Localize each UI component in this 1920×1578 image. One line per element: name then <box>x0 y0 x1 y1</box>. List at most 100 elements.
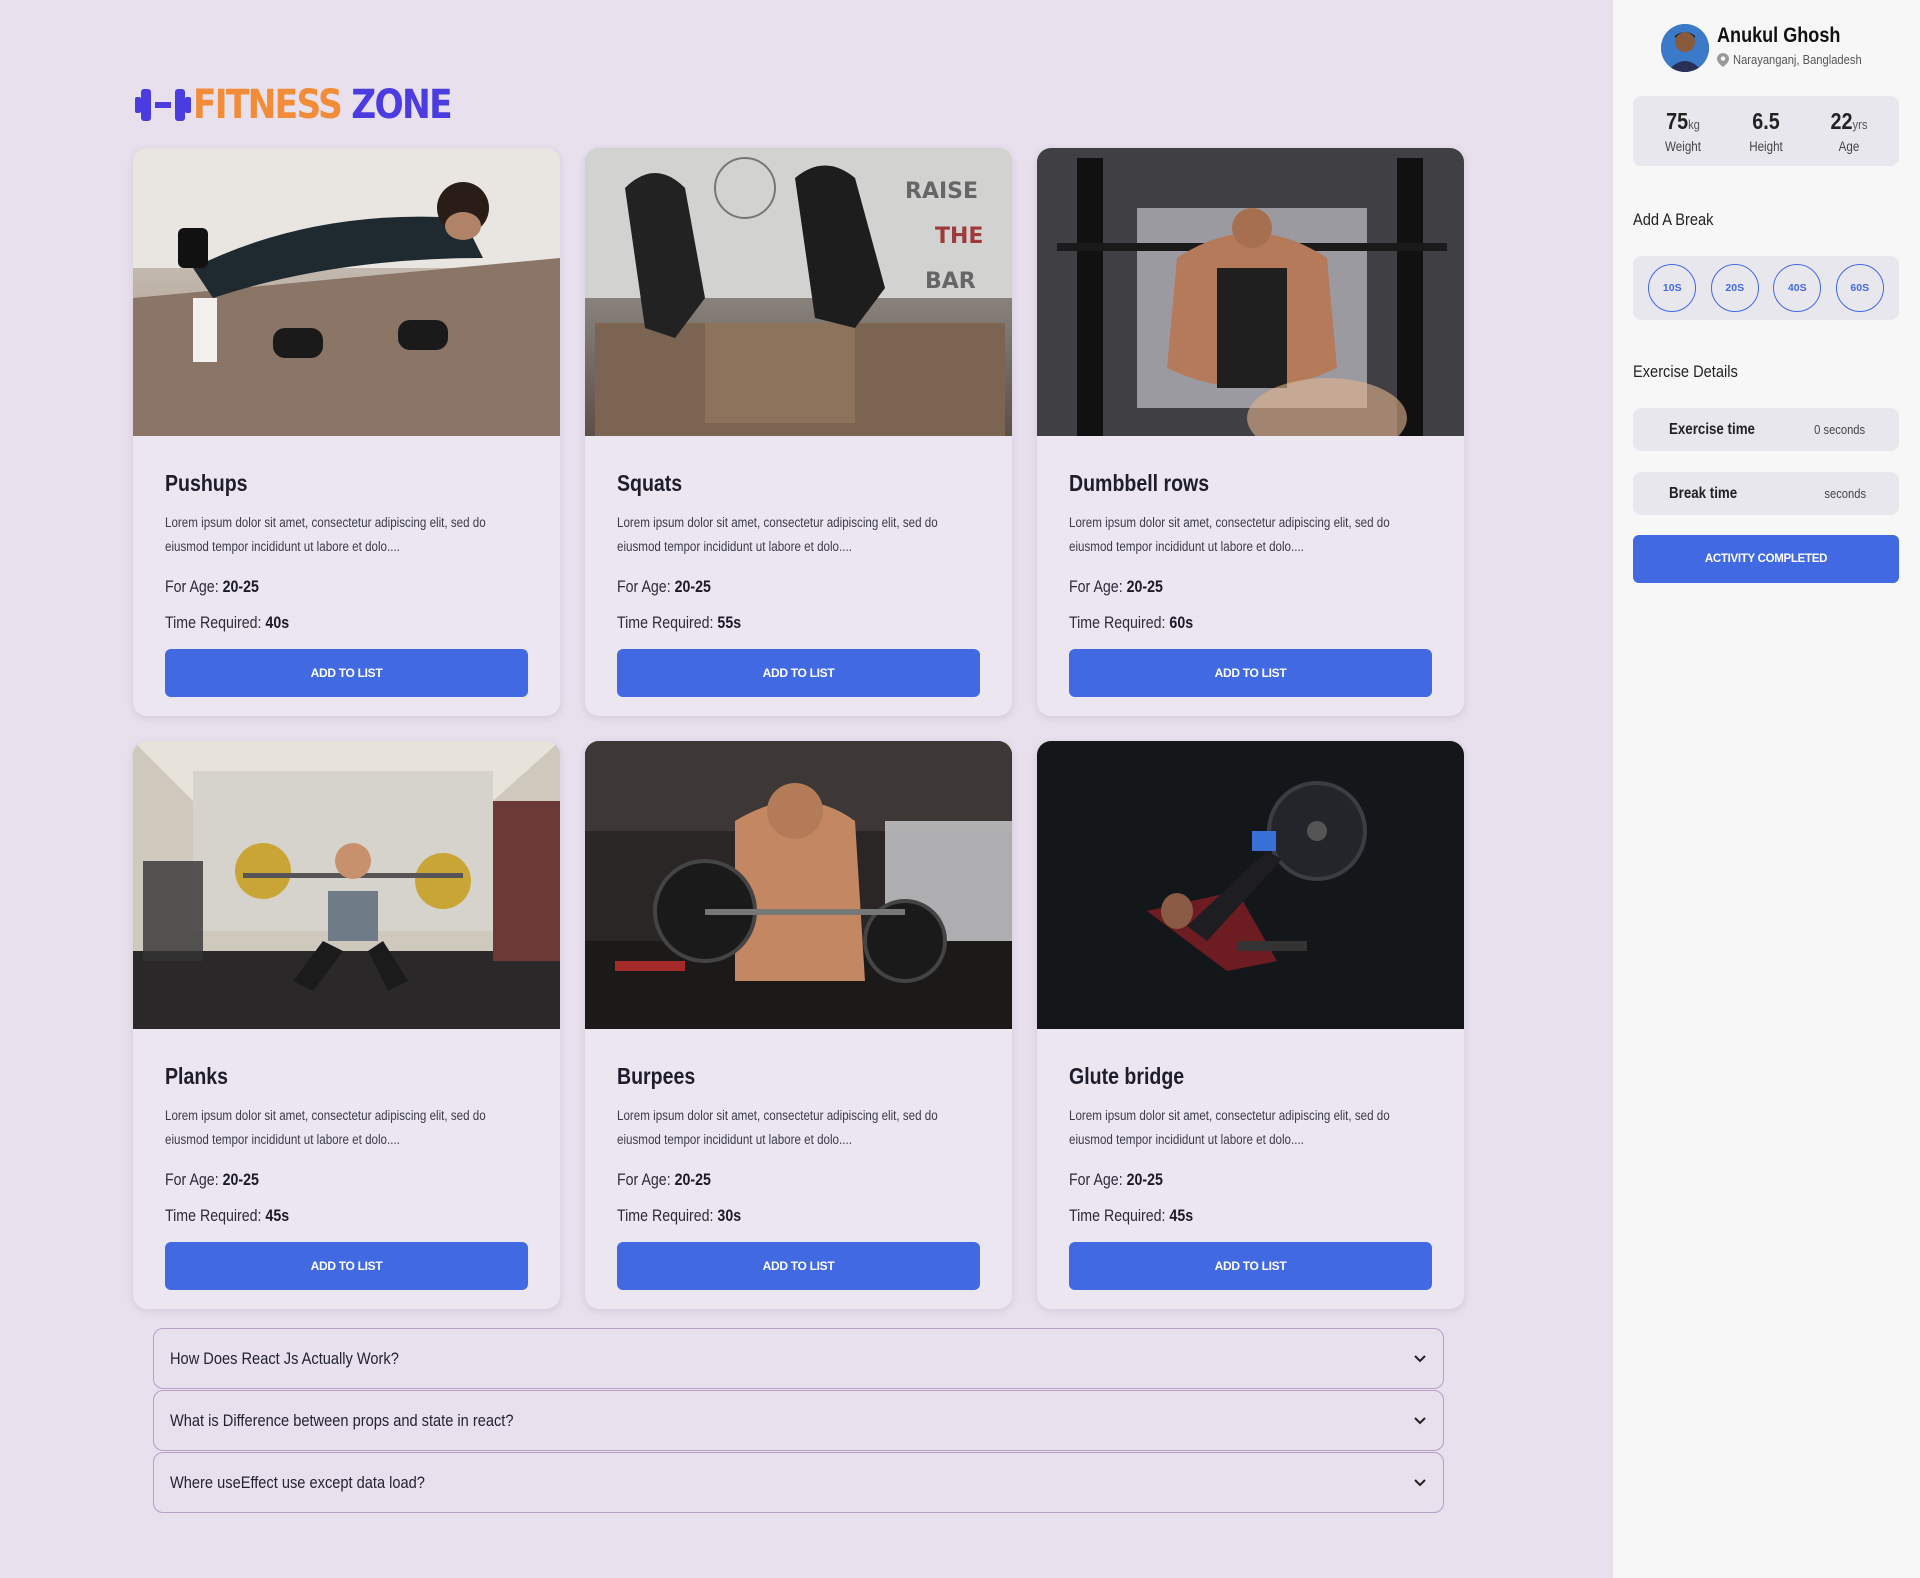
avatar <box>1661 24 1709 72</box>
stat-value: 75kg <box>1652 108 1714 135</box>
card-age: For Age: 20-25 <box>1069 569 1381 605</box>
time-label: Time Required: <box>1069 614 1166 632</box>
exercise-grid: Pushups Lorem ipsum dolor sit amet, cons… <box>133 148 1464 1309</box>
stat-age: 22yrs Age <box>1813 108 1885 154</box>
time-label: Time Required: <box>165 1207 262 1225</box>
svg-text:BAR: BAR <box>925 269 976 294</box>
add-to-list-button[interactable]: ADD TO LIST <box>617 1242 980 1290</box>
faq-question: What is Difference between props and sta… <box>170 1410 514 1430</box>
time-value: 45s <box>265 1207 290 1225</box>
time-value: 55s <box>717 614 742 632</box>
card-description: Lorem ipsum dolor sit amet, consectetur … <box>617 1108 938 1147</box>
faq-item[interactable]: Where useEffect use except data load? <box>153 1452 1444 1513</box>
card-title: Burpees <box>617 1063 696 1089</box>
break-section-title: Add A Break <box>1633 210 1714 229</box>
age-label: For Age: <box>1069 578 1123 596</box>
add-to-list-button[interactable]: ADD TO LIST <box>617 649 980 697</box>
details-section-title: Exercise Details <box>1633 362 1738 381</box>
card-time: Time Required: 60s <box>1069 605 1381 641</box>
card-description: Lorem ipsum dolor sit amet, consectetur … <box>1069 515 1390 554</box>
card-description: Lorem ipsum dolor sit amet, consectetur … <box>165 1108 486 1147</box>
activity-completed-button[interactable]: ACTIVITY COMPLETED <box>1633 535 1899 583</box>
break-40s-button[interactable]: 40S <box>1773 264 1822 312</box>
stat-height: 6.5 Height <box>1730 108 1802 154</box>
exercise-image-planks <box>133 741 560 1029</box>
profile-name: Anukul Ghosh <box>1717 24 1841 47</box>
faq-accordion: How Does React Js Actually Work? What is… <box>153 1328 1444 1514</box>
card-title: Dumbbell rows <box>1069 470 1210 496</box>
break-time-label: Break time <box>1669 484 1738 502</box>
exercise-card: Glute bridge Lorem ipsum dolor sit amet,… <box>1037 741 1464 1309</box>
time-value: 45s <box>1169 1207 1194 1225</box>
svg-text:THE: THE <box>935 224 983 249</box>
faq-question: Where useEffect use except data load? <box>170 1472 425 1492</box>
time-value: 30s <box>717 1207 742 1225</box>
time-label: Time Required: <box>1069 1207 1166 1225</box>
age-value: 20-25 <box>1126 1171 1163 1189</box>
card-description: Lorem ipsum dolor sit amet, consectetur … <box>1069 1108 1390 1147</box>
add-to-list-button[interactable]: ADD TO LIST <box>165 649 528 697</box>
age-stat-value: 22 <box>1830 108 1853 134</box>
brand-name: FITNESS ZONE <box>193 80 453 130</box>
exercise-card: Pushups Lorem ipsum dolor sit amet, cons… <box>133 148 560 716</box>
brand-zone: ZONE <box>351 82 452 128</box>
age-value: 20-25 <box>222 578 259 596</box>
stat-label: Age <box>1838 139 1860 154</box>
card-title: Squats <box>617 470 683 496</box>
exercise-card: Planks Lorem ipsum dolor sit amet, conse… <box>133 741 560 1309</box>
card-title: Planks <box>165 1063 229 1089</box>
age-label: For Age: <box>165 578 219 596</box>
weight-value: 75 <box>1665 108 1688 134</box>
location-pin-icon <box>1717 52 1729 67</box>
exercise-image-squats: RAISE THE BAR <box>585 148 1012 436</box>
card-age: For Age: 20-25 <box>617 1162 929 1198</box>
time-value: 40s <box>265 614 290 632</box>
age-value: 20-25 <box>222 1171 259 1189</box>
brand-fitness: FITNESS <box>193 82 343 128</box>
exercise-image-glute-bridge <box>1037 741 1464 1029</box>
card-time: Time Required: 45s <box>1069 1198 1381 1234</box>
add-to-list-button[interactable]: ADD TO LIST <box>1069 1242 1432 1290</box>
age-value: 20-25 <box>674 1171 711 1189</box>
dumbbell-icon <box>135 89 191 121</box>
profile-location: Narayanganj, Bangladesh <box>1717 52 1883 67</box>
stat-label: Weight <box>1664 139 1701 154</box>
faq-item[interactable]: What is Difference between props and sta… <box>153 1390 1444 1451</box>
main-content: FITNESS ZONE Pushups Lorem ipsum dolor s… <box>0 0 1613 1578</box>
chevron-down-icon <box>1414 1354 1426 1362</box>
break-options: 10S 20S 40S 60S <box>1633 256 1899 320</box>
card-title: Pushups <box>165 470 248 496</box>
time-label: Time Required: <box>617 614 714 632</box>
profile: Anukul Ghosh Narayanganj, Bangladesh <box>1661 24 1883 72</box>
age-label: For Age: <box>617 1171 671 1189</box>
faq-question: How Does React Js Actually Work? <box>170 1348 399 1368</box>
sidebar: Anukul Ghosh Narayanganj, Bangladesh 75k… <box>1613 0 1920 1578</box>
age-label: For Age: <box>165 1171 219 1189</box>
location-text: Narayanganj, Bangladesh <box>1733 52 1862 67</box>
brand-logo[interactable]: FITNESS ZONE <box>133 80 493 130</box>
break-10s-button[interactable]: 10S <box>1648 264 1697 312</box>
card-age: For Age: 20-25 <box>617 569 929 605</box>
faq-item[interactable]: How Does React Js Actually Work? <box>153 1328 1444 1389</box>
card-time: Time Required: 30s <box>617 1198 929 1234</box>
break-60s-button[interactable]: 60S <box>1835 264 1884 312</box>
profile-info: Anukul Ghosh Narayanganj, Bangladesh <box>1717 24 1883 72</box>
break-20s-button[interactable]: 20S <box>1710 264 1759 312</box>
exercise-image-dumbbell-rows <box>1037 148 1464 436</box>
card-time: Time Required: 45s <box>165 1198 477 1234</box>
stats-panel: 75kg Weight 6.5 Height 22yrs Age <box>1633 96 1899 166</box>
card-description: Lorem ipsum dolor sit amet, consectetur … <box>165 515 486 554</box>
card-time: Time Required: 55s <box>617 605 929 641</box>
age-label: For Age: <box>617 578 671 596</box>
age-value: 20-25 <box>1126 578 1163 596</box>
exercise-card: RAISE THE BAR Squats Lorem ipsum dolor s… <box>585 148 1012 716</box>
age-label: For Age: <box>1069 1171 1123 1189</box>
exercise-time-row: Exercise time 0 seconds <box>1633 408 1899 451</box>
add-to-list-button[interactable]: ADD TO LIST <box>165 1242 528 1290</box>
add-to-list-button[interactable]: ADD TO LIST <box>1069 649 1432 697</box>
stat-value: 6.5 <box>1735 108 1797 135</box>
card-age: For Age: 20-25 <box>165 569 477 605</box>
card-description: Lorem ipsum dolor sit amet, consectetur … <box>617 515 938 554</box>
card-age: For Age: 20-25 <box>165 1162 477 1198</box>
stat-weight: 75kg Weight <box>1647 108 1719 154</box>
